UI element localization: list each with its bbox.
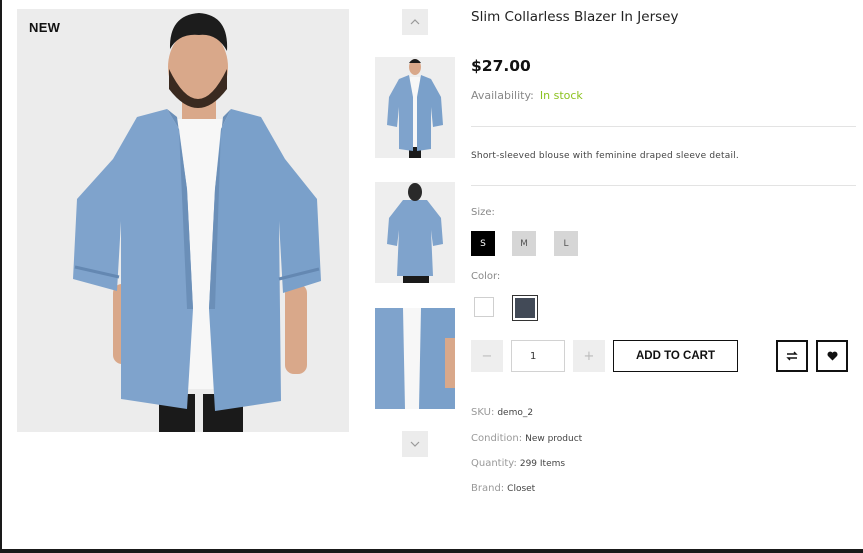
window-frame-left — [0, 0, 2, 553]
quantity-row: Quantity: 299 Items — [471, 458, 565, 469]
color-option-dark[interactable] — [512, 295, 538, 321]
sku-value: demo_2 — [497, 408, 534, 418]
product-description: Short-sleeved blouse with feminine drape… — [471, 151, 739, 161]
quantity-value: 299 Items — [519, 459, 566, 469]
compare-icon — [786, 351, 798, 361]
chevron-down-icon — [410, 441, 420, 447]
new-badge: NEW — [29, 20, 61, 35]
size-option-s[interactable]: S — [471, 231, 495, 256]
availability-status: In stock — [539, 89, 583, 102]
thumbnail-detail[interactable] — [375, 308, 455, 409]
brand-row: Brand: Closet — [471, 483, 535, 494]
add-to-cart-button[interactable]: ADD TO CART — [613, 340, 738, 372]
condition-value: New product — [525, 434, 583, 444]
brand-label: Brand: — [471, 483, 505, 494]
thumbnail-scroll-up-button[interactable] — [402, 9, 428, 35]
quantity-increment-button[interactable]: + — [573, 340, 605, 372]
sku-label: SKU: — [471, 407, 495, 418]
color-swatch-fill — [515, 298, 535, 318]
product-price: $27.00 — [471, 57, 531, 75]
availability-label: Availability: — [471, 89, 534, 102]
main-product-image[interactable]: NEW — [17, 9, 349, 432]
quantity-label: Quantity: — [471, 458, 517, 469]
chevron-up-icon — [410, 19, 420, 25]
model-illustration — [17, 9, 349, 432]
size-option-l[interactable]: L — [554, 231, 578, 256]
brand-value: Closet — [507, 484, 536, 494]
window-frame-bottom — [0, 549, 863, 553]
size-label: Size: — [471, 207, 495, 218]
thumbnail-back[interactable] — [375, 182, 455, 283]
sku-row: SKU: demo_2 — [471, 407, 533, 418]
compare-button[interactable] — [776, 340, 808, 372]
heart-icon — [826, 351, 838, 361]
quantity-decrement-button[interactable]: − — [471, 340, 503, 372]
size-option-m[interactable]: M — [512, 231, 536, 256]
availability: Availability: In stock — [471, 89, 583, 102]
thumbnail-scroll-down-button[interactable] — [402, 431, 428, 457]
color-label: Color: — [471, 271, 501, 282]
divider — [471, 185, 856, 186]
quantity-input[interactable] — [511, 340, 565, 372]
product-title: Slim Collarless Blazer In Jersey — [471, 9, 679, 25]
thumbnail-front[interactable] — [375, 57, 455, 158]
color-option-white[interactable] — [474, 297, 494, 317]
wishlist-button[interactable] — [816, 340, 848, 372]
condition-label: Condition: — [471, 433, 523, 444]
divider — [471, 126, 856, 127]
condition-row: Condition: New product — [471, 433, 582, 444]
